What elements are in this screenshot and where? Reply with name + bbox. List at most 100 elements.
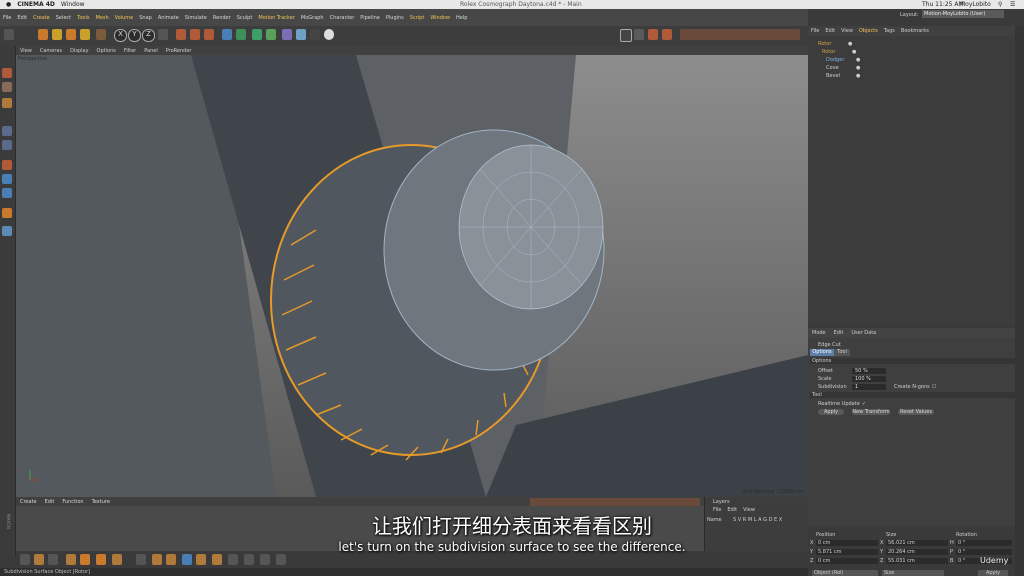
menu-window[interactable]: Window (430, 15, 450, 21)
offset-field[interactable]: 50 % (852, 367, 886, 374)
bottom-tool-7-icon[interactable] (112, 554, 122, 565)
menu-tools[interactable]: Tools (77, 15, 89, 21)
menu-mesh[interactable]: Mesh (95, 15, 108, 21)
scale-field[interactable]: 100 % (852, 375, 886, 382)
objects-tab-tags[interactable]: Tags (884, 28, 895, 34)
tab-tool[interactable]: Tool (834, 349, 850, 356)
create-ngons-checkbox[interactable]: ☐ (932, 384, 936, 390)
attributes-menu-mode[interactable]: Mode (812, 330, 826, 336)
viewport-menu-panel[interactable]: Panel (144, 48, 158, 54)
scale-tool-icon[interactable] (66, 29, 76, 40)
material-menu-texture[interactable]: Texture (92, 499, 110, 505)
menu-help[interactable]: Help (456, 15, 467, 21)
bottom-tool-5-icon[interactable] (80, 554, 90, 565)
apple-icon[interactable]: ● (6, 1, 11, 8)
bottom-tool-9-icon[interactable] (152, 554, 162, 565)
points-mode-icon[interactable] (648, 29, 658, 40)
viewport-menu-prorender[interactable]: ProRender (166, 48, 192, 54)
viewport-menu-cameras[interactable]: Cameras (40, 48, 62, 54)
viewport-menu-filter[interactable]: Filter (124, 48, 136, 54)
material-menu-create[interactable]: Create (20, 499, 37, 505)
object-row[interactable]: Bevel ● (826, 72, 860, 79)
polygons-icon[interactable] (2, 160, 12, 170)
render-settings-icon[interactable] (204, 29, 214, 40)
position-field[interactable]: 0 cm (816, 558, 878, 564)
objects-tab-file[interactable]: File (811, 28, 819, 34)
bottom-tool-4-icon[interactable] (66, 554, 76, 565)
search-icon[interactable]: ⚲ (998, 1, 1002, 8)
rotate-tool-icon[interactable] (80, 29, 90, 40)
solo-icon[interactable] (2, 208, 12, 218)
list-icon[interactable]: ☰ (1010, 1, 1015, 8)
menu-animate[interactable]: Animate (158, 15, 179, 21)
menu-volume[interactable]: Volume (115, 15, 134, 21)
menu-script[interactable]: Script (410, 15, 425, 21)
object-row[interactable]: Dodger ● (826, 56, 860, 63)
array-icon[interactable] (266, 29, 276, 40)
render-view-icon[interactable] (176, 29, 186, 40)
light-icon[interactable] (324, 29, 334, 40)
bottom-tool-15-icon[interactable] (244, 554, 254, 565)
snap-icon[interactable] (2, 226, 12, 236)
edges-icon[interactable] (2, 140, 12, 150)
select-tool-icon[interactable] (38, 29, 48, 40)
edges-mode-icon[interactable] (662, 29, 672, 40)
objects-tab-view[interactable]: View (841, 28, 853, 34)
size-field[interactable]: 55.031 cm (886, 558, 948, 564)
viewport-menu-options[interactable]: Options (97, 48, 116, 54)
bottom-tool-13-icon[interactable] (212, 554, 222, 565)
points-icon[interactable] (2, 126, 12, 136)
bottom-tool-12-icon[interactable] (196, 554, 206, 565)
size-mode-select[interactable]: Size (882, 570, 944, 576)
x-axis-lock[interactable]: X (114, 29, 127, 42)
subdivision-surface-icon[interactable] (252, 29, 262, 40)
material-menu-edit[interactable]: Edit (45, 499, 55, 505)
bottom-tool-6-icon[interactable] (96, 554, 106, 565)
menu-edit[interactable]: Edit (17, 15, 27, 21)
menu-render[interactable]: Render (213, 15, 231, 21)
bottom-tool-1-icon[interactable] (20, 554, 30, 565)
make-editable-icon[interactable] (620, 29, 632, 42)
reset-values-button[interactable]: Reset Values (898, 409, 934, 415)
subdivision-field[interactable]: 1 (852, 383, 886, 390)
object-row[interactable]: Cove ● (826, 64, 860, 71)
y-axis-lock[interactable]: Y (128, 29, 141, 42)
bottom-tool-3-icon[interactable] (48, 554, 58, 565)
playback-controls[interactable] (530, 498, 700, 506)
menu-simulate[interactable]: Simulate (185, 15, 207, 21)
deformer-icon[interactable] (282, 29, 292, 40)
menu-mograph[interactable]: MoGraph (301, 15, 324, 21)
coordinates-apply-button[interactable]: Apply (978, 570, 1008, 576)
viewport-menu-display[interactable]: Display (70, 48, 88, 54)
attributes-menu-edit[interactable]: Edit (834, 330, 844, 336)
model-mode-icon[interactable] (2, 68, 12, 78)
recent-tool-icon[interactable] (96, 29, 106, 40)
texture-mode-icon[interactable] (2, 82, 12, 92)
bottom-tool-8-icon[interactable] (136, 554, 146, 565)
bottom-tool-16-icon[interactable] (260, 554, 270, 565)
objects-tab-objects[interactable]: Objects (859, 28, 878, 34)
menu-pipeline[interactable]: Pipeline (360, 15, 380, 21)
menu-plugins[interactable]: Plugins (386, 15, 404, 21)
menu-motion-tracker[interactable]: Motion Tracker (258, 15, 295, 21)
objects-tab-bookmarks[interactable]: Bookmarks (901, 28, 929, 34)
attributes-menu-user-data[interactable]: User Data (851, 330, 876, 336)
menu-snap[interactable]: Snap (139, 15, 152, 21)
axis-icon[interactable] (2, 174, 12, 184)
viewport-menu-view[interactable]: View (20, 48, 32, 54)
object-row[interactable]: Rotor ● (818, 40, 852, 47)
edge-cut-tool-icon[interactable] (182, 554, 192, 565)
layout-select[interactable]: Motion-MoyLobito (User) (922, 10, 1004, 18)
bottom-tool-2-icon[interactable] (34, 554, 44, 565)
pen-icon[interactable] (236, 29, 246, 40)
tab-options[interactable]: Options (810, 349, 834, 356)
cube-icon[interactable] (222, 29, 232, 40)
menu-create[interactable]: Create (33, 15, 50, 21)
apply-button[interactable]: Apply (818, 409, 844, 415)
new-transform-button[interactable]: New Transform (852, 409, 890, 415)
app-menu[interactable]: CINEMA 4D (17, 1, 55, 8)
object-row[interactable]: Rotor ● (822, 48, 856, 55)
camera-icon[interactable] (310, 29, 320, 40)
coordinate-system-icon[interactable] (158, 29, 168, 40)
menu-file[interactable]: File (3, 15, 11, 21)
